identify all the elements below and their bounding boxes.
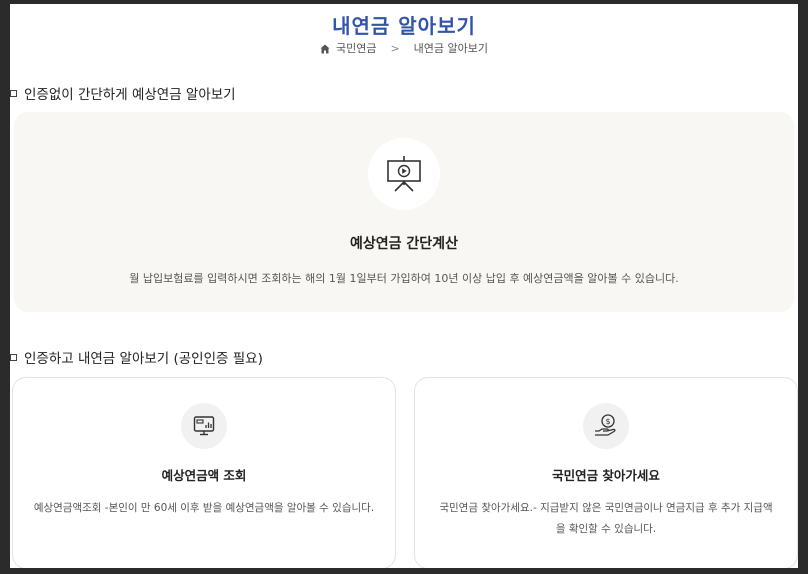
monitor-chart-icon — [181, 403, 227, 449]
svg-text:$: $ — [605, 417, 610, 426]
expected-pension-title: 예상연금액 조회 — [161, 468, 247, 483]
breadcrumb-home-link[interactable]: 국민연금 — [336, 42, 376, 55]
expected-pension-description: 예상연금액조회 -본인이 만 60세 이후 받을 예상연금액을 알아볼 수 있습… — [33, 502, 375, 514]
section-title-no-auth: 인증없이 간단하게 예상연금 알아보기 — [10, 83, 236, 103]
presentation-play-icon — [368, 138, 440, 210]
section-title-text: 인증없이 간단하게 예상연금 알아보기 — [24, 87, 236, 103]
section-title-with-auth: 인증하고 내연금 알아보기 (공인인증 필요) — [10, 347, 263, 367]
breadcrumb: 국민연금 > 내연금 알아보기 — [10, 40, 798, 57]
find-pension-title: 국민연금 찾아가세요 — [552, 468, 660, 483]
find-pension-card[interactable]: $ 국민연금 찾아가세요 국민연금 찾아가세요.- 지급받지 않은 국민연금이나… — [414, 377, 798, 568]
breadcrumb-current: 내연금 알아보기 — [413, 42, 489, 55]
page-frame: 내연금 알아보기 국민연금 > 내연금 알아보기 인증없이 간단하게 예상연금 알아… — [10, 4, 798, 568]
simple-calc-card[interactable]: 예상연금 간단계산 월 납입보험료를 입력하시면 조회하는 해의 1월 1일부터… — [14, 112, 794, 312]
section-title-text: 인증하고 내연금 알아보기 (공인인증 필요) — [24, 351, 263, 367]
find-pension-description: 국민연금 찾아가세요.- 지급받지 않은 국민연금이나 연금지급 후 추가 지급… — [439, 502, 773, 535]
expected-pension-card[interactable]: 예상연금액 조회 예상연금액조회 -본인이 만 60세 이후 받을 예상연금액을… — [12, 377, 396, 568]
square-bullet-icon — [10, 354, 17, 361]
simple-calc-title: 예상연금 간단계산 — [350, 236, 458, 252]
breadcrumb-separator: > — [390, 42, 400, 55]
page-title: 내연금 알아보기 — [332, 14, 476, 38]
home-icon[interactable] — [320, 44, 330, 57]
square-bullet-icon — [10, 90, 17, 97]
simple-calc-description: 월 납입보험료를 입력하시면 조회하는 해의 1월 1일부터 가입하여 10년 … — [129, 272, 679, 285]
hand-coin-icon: $ — [583, 403, 629, 449]
